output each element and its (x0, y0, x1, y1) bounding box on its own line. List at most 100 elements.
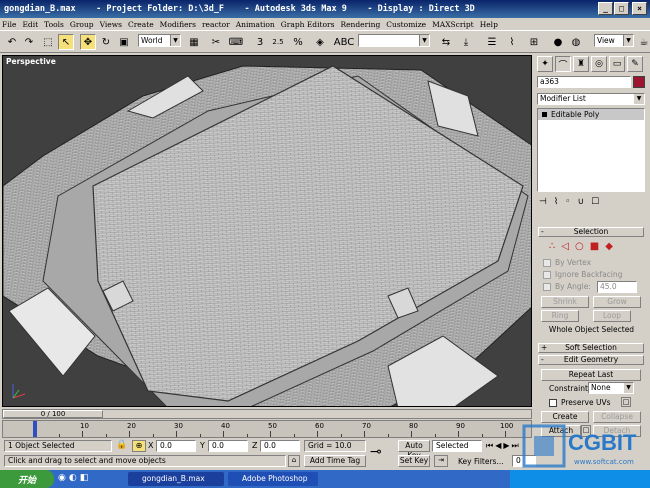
select-rotate-icon[interactable]: ↻ (98, 34, 114, 50)
motion-tab-icon[interactable]: ◎ (591, 56, 607, 72)
menu-create[interactable]: Create (128, 20, 154, 29)
soft-selection-rollout-header[interactable]: + Soft Selection (538, 343, 644, 353)
menu-animation[interactable]: Animation (236, 20, 275, 29)
subobject-level-icons[interactable]: ∴◁○■◆ (549, 241, 619, 252)
repeat-last-button[interactable]: Repeat Last (541, 369, 641, 381)
loop-button[interactable]: Loop (593, 310, 631, 322)
z-coord-input[interactable]: 0.0 (260, 440, 300, 452)
by-angle-input[interactable]: 45.0 (597, 281, 637, 293)
render-type-dropdown[interactable]: View ▼ (594, 34, 634, 47)
ring-button[interactable]: Ring (541, 310, 579, 322)
create-button[interactable]: Create (541, 411, 589, 423)
create-tab-icon[interactable]: ✦ (537, 56, 553, 72)
absolute-transform-icon[interactable]: ⊕ (132, 440, 146, 452)
set-key-icon[interactable]: ⊸ (370, 444, 382, 460)
perspective-viewport[interactable]: Perspective (2, 55, 532, 407)
reference-coord-dropdown[interactable]: World ▼ (138, 34, 181, 47)
attach-list-icon[interactable]: □ (581, 425, 591, 437)
menu-views[interactable]: Views (100, 20, 122, 29)
settings-icon[interactable]: □ (621, 397, 631, 407)
menu-file[interactable]: File (2, 20, 16, 29)
grow-button[interactable]: Grow (593, 296, 641, 308)
menu-reactor[interactable]: reactor (202, 20, 230, 29)
redo-icon[interactable]: ↷ (21, 34, 37, 50)
render-scene-icon[interactable]: ◍ (568, 34, 584, 50)
collapse-button[interactable]: Collapse (593, 411, 641, 423)
select-move-icon[interactable]: ✥ (80, 34, 96, 50)
minimize-button[interactable]: _ (598, 2, 613, 15)
current-frame-input[interactable]: 0 (512, 455, 536, 467)
modifier-list-dropdown[interactable]: Modifier List ▼ (537, 93, 645, 105)
select-object-icon[interactable]: ↖ (58, 34, 74, 50)
time-slider-thumb[interactable]: 0 / 100 (3, 410, 103, 418)
menu-tools[interactable]: Tools (44, 20, 64, 29)
menu-rendering[interactable]: Rendering (340, 20, 380, 29)
modify-tab-icon[interactable]: ⌒ (555, 56, 571, 72)
time-tag-icon[interactable]: ⌂ (288, 455, 300, 467)
layer-manager-icon[interactable]: ☰ (484, 34, 500, 50)
key-filters-button[interactable]: Key Filters... (458, 457, 504, 466)
named-selection-dropdown[interactable]: ▼ (358, 34, 430, 47)
material-editor-icon[interactable]: ● (550, 34, 566, 50)
undo-icon[interactable]: ↶ (4, 34, 20, 50)
by-vertex-checkbox[interactable]: By Vertex (543, 258, 591, 267)
time-slider[interactable]: 0 / 100 (2, 409, 532, 419)
keyboard-shortcut-icon[interactable]: ⌨ (228, 34, 244, 50)
pivot-icon[interactable]: ▦ (186, 34, 202, 50)
curve-editor-icon[interactable]: ⌇ (504, 34, 520, 50)
current-frame-marker[interactable] (33, 421, 37, 437)
quick-launch-icons[interactable]: ◉◐◧ (58, 473, 91, 483)
attach-button[interactable]: Attach (541, 425, 581, 437)
menu-maxscript[interactable]: MAXScript (432, 20, 474, 29)
hierarchy-tab-icon[interactable]: ♜ (573, 56, 589, 72)
select-region-icon[interactable]: ⬚ (40, 34, 56, 50)
key-mode-icon[interactable]: ⇥ (434, 455, 448, 467)
manipulate-icon[interactable]: ✂ (208, 34, 224, 50)
set-key-button[interactable]: Set Key (398, 455, 430, 467)
selection-rollout-header[interactable]: - Selection (538, 227, 644, 237)
align-icon[interactable]: ⤓ (458, 34, 474, 50)
by-angle-checkbox[interactable]: By Angle: (543, 282, 591, 291)
auto-key-mode-dropdown[interactable]: Selected (432, 440, 482, 452)
detach-button[interactable]: Detach (593, 425, 641, 437)
auto-key-button[interactable]: Auto Key (398, 440, 430, 460)
y-coord-input[interactable]: 0.0 (208, 440, 248, 452)
quick-render-icon[interactable]: ☕ (636, 34, 650, 50)
system-tray (510, 470, 650, 488)
playback-controls-icons[interactable]: ⏮◀▶⏭ (486, 441, 521, 451)
edit-geometry-rollout-header[interactable]: - Edit Geometry (538, 355, 644, 365)
track-bar[interactable]: 0 10 20 30 40 50 60 70 80 90 100 (2, 420, 532, 438)
menu-group[interactable]: Group (70, 20, 94, 29)
menu-edit[interactable]: Edit (22, 20, 38, 29)
viewport-label[interactable]: Perspective (6, 57, 56, 66)
ignore-backfacing-checkbox[interactable]: Ignore Backfacing (543, 270, 622, 279)
shrink-button[interactable]: Shrink (541, 296, 589, 308)
lock-icon[interactable]: 🔒 (116, 440, 127, 450)
maximize-button[interactable]: □ (614, 2, 629, 15)
angle-snap-icon[interactable]: 2.5 (270, 34, 286, 50)
mirror-icon[interactable]: ⇆ (438, 34, 454, 50)
spinner-snap-icon[interactable]: ◈ (312, 34, 328, 50)
task-gongdian[interactable]: gongdian_B.max (128, 472, 224, 486)
menu-customize[interactable]: Customize (386, 20, 426, 29)
constraints-dropdown[interactable]: None ▼ (588, 382, 634, 394)
percent-snap-icon[interactable]: % (290, 34, 306, 50)
start-button[interactable]: 开始 (0, 470, 54, 488)
schematic-view-icon[interactable]: ⊞ (526, 34, 542, 50)
named-selection-icon[interactable]: ABC (334, 34, 355, 50)
menu-graph-editors[interactable]: Graph Editors (281, 20, 335, 29)
add-time-tag-button[interactable]: Add Time Tag (304, 455, 366, 467)
display-tab-icon[interactable]: ▭ (609, 56, 625, 72)
task-photoshop[interactable]: Adobe Photoshop (228, 472, 318, 486)
select-scale-icon[interactable]: ▣ (116, 34, 132, 50)
modifier-stack-item[interactable]: Editable Poly (538, 109, 644, 120)
menu-modifiers[interactable]: Modifiers (160, 20, 196, 29)
object-name-input[interactable]: a363 (537, 76, 631, 88)
snap-toggle-icon[interactable]: 3 (252, 34, 268, 50)
utilities-tab-icon[interactable]: ✎ (627, 56, 643, 72)
menu-help[interactable]: Help (480, 20, 498, 29)
x-coord-input[interactable]: 0.0 (156, 440, 196, 452)
preserve-uvs-checkbox[interactable]: Preserve UVs (549, 398, 611, 407)
close-button[interactable]: × (632, 2, 647, 15)
object-color-swatch[interactable] (633, 76, 645, 88)
